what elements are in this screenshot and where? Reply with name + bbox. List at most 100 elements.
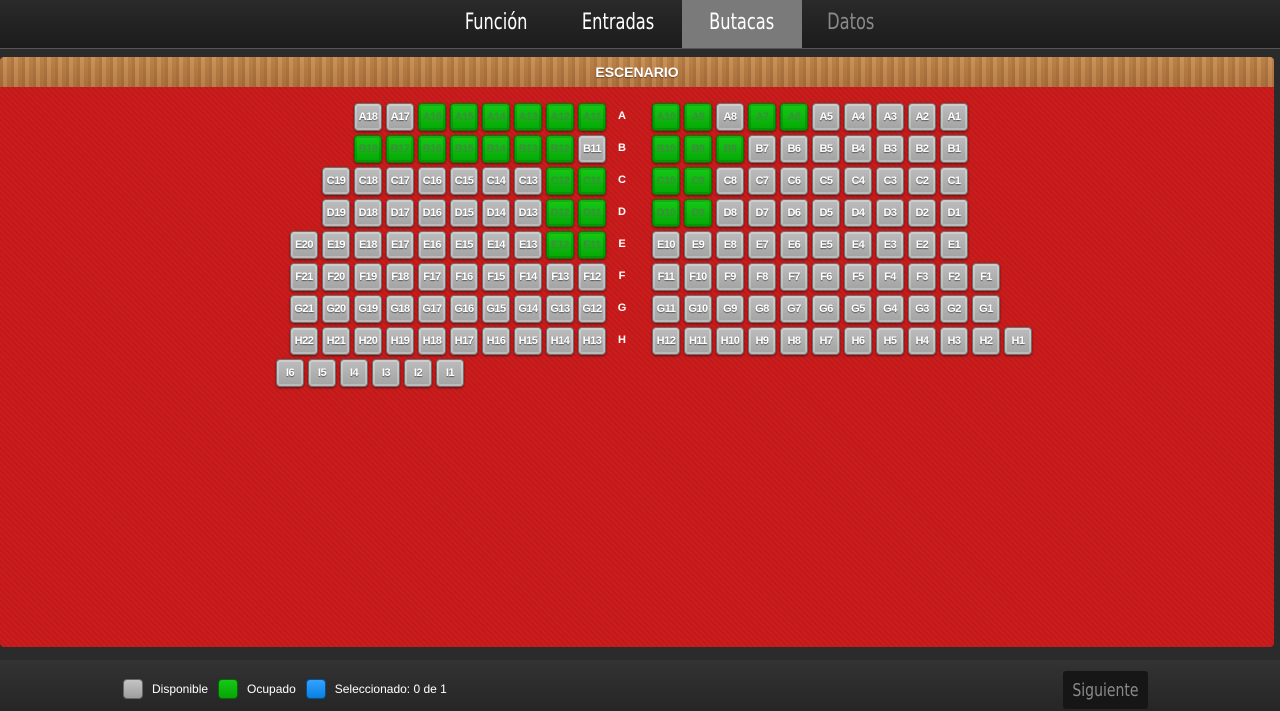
seat-c18[interactable]: C18 [354, 167, 382, 195]
seat-f15[interactable]: F15 [482, 263, 510, 291]
seat-h21[interactable]: H21 [322, 327, 350, 355]
seat-c14[interactable]: C14 [482, 167, 510, 195]
seat-f14[interactable]: F14 [514, 263, 542, 291]
seat-g13[interactable]: G13 [546, 295, 574, 323]
seat-h6[interactable]: H6 [844, 327, 872, 355]
seat-i2[interactable]: I2 [404, 359, 432, 387]
seat-f19[interactable]: F19 [354, 263, 382, 291]
seat-c17[interactable]: C17 [386, 167, 414, 195]
seat-f21[interactable]: F21 [290, 263, 318, 291]
seat-c19[interactable]: C19 [322, 167, 350, 195]
seat-d16[interactable]: D16 [418, 199, 446, 227]
seat-h18[interactable]: H18 [418, 327, 446, 355]
seat-d18[interactable]: D18 [354, 199, 382, 227]
seat-e6[interactable]: E6 [780, 231, 808, 259]
seat-e14[interactable]: E14 [482, 231, 510, 259]
seat-f5[interactable]: F5 [844, 263, 872, 291]
seat-g7[interactable]: G7 [780, 295, 808, 323]
seat-g8[interactable]: G8 [748, 295, 776, 323]
seat-b7[interactable]: B7 [748, 135, 776, 163]
seat-d4[interactable]: D4 [844, 199, 872, 227]
seat-d13[interactable]: D13 [514, 199, 542, 227]
seat-g15[interactable]: G15 [482, 295, 510, 323]
seat-d19[interactable]: D19 [322, 199, 350, 227]
seat-c2[interactable]: C2 [908, 167, 936, 195]
seat-c16[interactable]: C16 [418, 167, 446, 195]
seat-g1[interactable]: G1 [972, 295, 1000, 323]
seat-i3[interactable]: I3 [372, 359, 400, 387]
seat-g12[interactable]: G12 [578, 295, 606, 323]
seat-h9[interactable]: H9 [748, 327, 776, 355]
seat-b1[interactable]: B1 [940, 135, 968, 163]
seat-c3[interactable]: C3 [876, 167, 904, 195]
seat-b11[interactable]: B11 [578, 135, 606, 163]
seat-a18[interactable]: A18 [354, 103, 382, 131]
seat-c6[interactable]: C6 [780, 167, 808, 195]
seat-f11[interactable]: F11 [652, 263, 680, 291]
seat-h13[interactable]: H13 [578, 327, 606, 355]
seat-h19[interactable]: H19 [386, 327, 414, 355]
seat-f6[interactable]: F6 [812, 263, 840, 291]
seat-f13[interactable]: F13 [546, 263, 574, 291]
seat-e5[interactable]: E5 [812, 231, 840, 259]
tab-entradas[interactable]: Entradas [566, 0, 671, 48]
seat-f3[interactable]: F3 [908, 263, 936, 291]
seat-e3[interactable]: E3 [876, 231, 904, 259]
seat-b3[interactable]: B3 [876, 135, 904, 163]
seat-d7[interactable]: D7 [748, 199, 776, 227]
seat-a1[interactable]: A1 [940, 103, 968, 131]
seat-d14[interactable]: D14 [482, 199, 510, 227]
seat-h12[interactable]: H12 [652, 327, 680, 355]
seat-f2[interactable]: F2 [940, 263, 968, 291]
seat-f10[interactable]: F10 [684, 263, 712, 291]
seat-c1[interactable]: C1 [940, 167, 968, 195]
seat-g20[interactable]: G20 [322, 295, 350, 323]
seat-g10[interactable]: G10 [684, 295, 712, 323]
seat-a5[interactable]: A5 [812, 103, 840, 131]
seat-a17[interactable]: A17 [386, 103, 414, 131]
seat-e13[interactable]: E13 [514, 231, 542, 259]
seat-d8[interactable]: D8 [716, 199, 744, 227]
seat-h22[interactable]: H22 [290, 327, 318, 355]
seat-d3[interactable]: D3 [876, 199, 904, 227]
seat-e7[interactable]: E7 [748, 231, 776, 259]
seat-h11[interactable]: H11 [684, 327, 712, 355]
seat-g9[interactable]: G9 [716, 295, 744, 323]
seat-g19[interactable]: G19 [354, 295, 382, 323]
next-button[interactable]: Siguiente [1063, 671, 1148, 709]
seat-a4[interactable]: A4 [844, 103, 872, 131]
seat-h15[interactable]: H15 [514, 327, 542, 355]
seat-e10[interactable]: E10 [652, 231, 680, 259]
seat-g2[interactable]: G2 [940, 295, 968, 323]
seat-b6[interactable]: B6 [780, 135, 808, 163]
seat-e2[interactable]: E2 [908, 231, 936, 259]
seat-f4[interactable]: F4 [876, 263, 904, 291]
seat-a3[interactable]: A3 [876, 103, 904, 131]
seat-c4[interactable]: C4 [844, 167, 872, 195]
seat-e8[interactable]: E8 [716, 231, 744, 259]
seat-d6[interactable]: D6 [780, 199, 808, 227]
seat-a8[interactable]: A8 [716, 103, 744, 131]
seat-f9[interactable]: F9 [716, 263, 744, 291]
seat-f17[interactable]: F17 [418, 263, 446, 291]
seat-e17[interactable]: E17 [386, 231, 414, 259]
seat-g4[interactable]: G4 [876, 295, 904, 323]
seat-g14[interactable]: G14 [514, 295, 542, 323]
seat-e16[interactable]: E16 [418, 231, 446, 259]
seat-d5[interactable]: D5 [812, 199, 840, 227]
seat-i5[interactable]: I5 [308, 359, 336, 387]
seat-h2[interactable]: H2 [972, 327, 1000, 355]
tab-funcion[interactable]: Función [448, 0, 543, 48]
seat-b5[interactable]: B5 [812, 135, 840, 163]
seat-f12[interactable]: F12 [578, 263, 606, 291]
seat-h3[interactable]: H3 [940, 327, 968, 355]
seat-h16[interactable]: H16 [482, 327, 510, 355]
seat-e1[interactable]: E1 [940, 231, 968, 259]
seat-h5[interactable]: H5 [876, 327, 904, 355]
seat-g21[interactable]: G21 [290, 295, 318, 323]
seat-e20[interactable]: E20 [290, 231, 318, 259]
seat-f1[interactable]: F1 [972, 263, 1000, 291]
seat-h8[interactable]: H8 [780, 327, 808, 355]
seat-g17[interactable]: G17 [418, 295, 446, 323]
seat-h14[interactable]: H14 [546, 327, 574, 355]
